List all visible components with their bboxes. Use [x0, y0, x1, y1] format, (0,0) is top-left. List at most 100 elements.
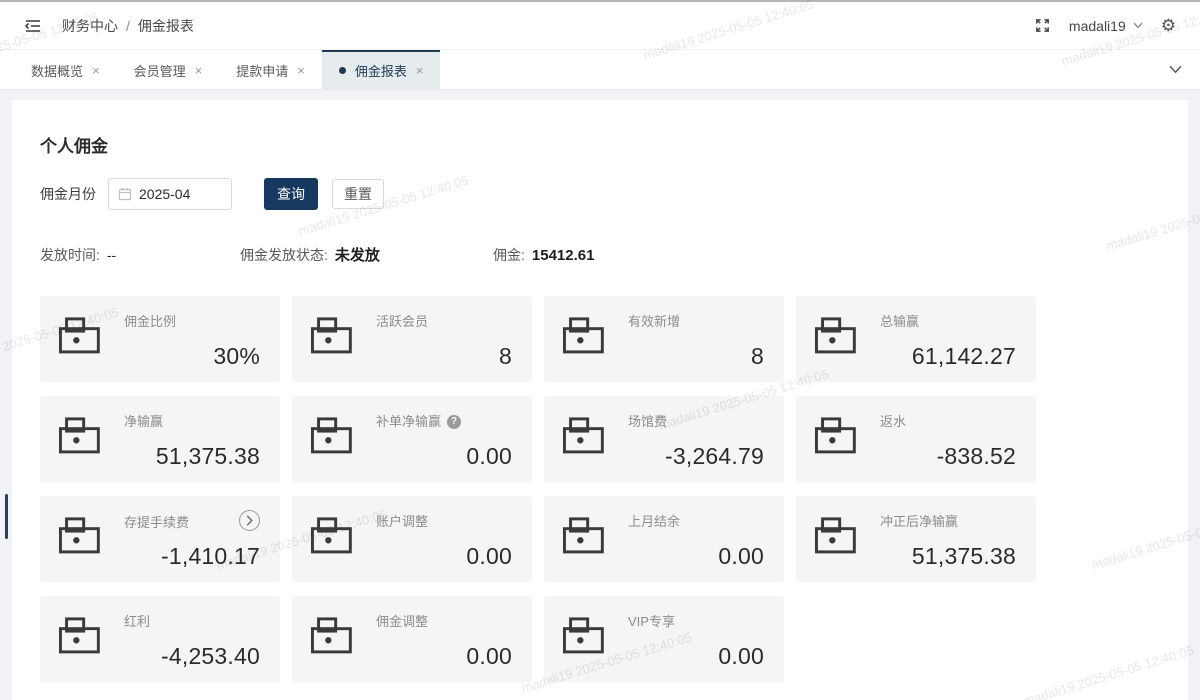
month-picker-value: 2025-04	[139, 186, 190, 202]
stat-card-label: 存提手续费	[124, 515, 189, 531]
wallet-icon	[814, 515, 858, 557]
tab-1[interactable]: 会员管理 ×	[117, 50, 220, 89]
stat-card-header: 冲正后净输赢	[880, 514, 1016, 530]
stat-card-body: 活跃会员8	[376, 314, 512, 370]
stat-card-header: 净输赢	[124, 414, 260, 430]
issue-time: 发放时间: --	[40, 245, 240, 265]
stat-card-body: 净输赢 51,375.38	[124, 414, 260, 470]
stat-card-header: 佣金比例	[124, 314, 260, 330]
stat-card-1: 活跃会员8	[292, 296, 532, 382]
tab-close-icon[interactable]: ×	[297, 64, 305, 77]
help-icon[interactable]: ?	[447, 415, 461, 429]
breadcrumb: 财务中心 / 佣金报表	[62, 16, 194, 36]
stat-card-label: 总输赢	[880, 314, 919, 330]
stat-card-body: VIP专享0.00	[628, 614, 764, 670]
topbar: 财务中心 / 佣金报表 madali19 ⚙	[0, 2, 1200, 50]
stat-card-body: 补单净输赢?0.00	[376, 414, 512, 470]
stat-card-body: 返水 -838.52	[880, 414, 1016, 470]
stat-card-5: 补单净输赢?0.00	[292, 396, 532, 482]
stat-card-header: 场馆费	[628, 414, 764, 430]
reset-button[interactable]: 重置	[332, 179, 384, 209]
stat-card-header: 补单净输赢?	[376, 414, 512, 430]
stat-card-value: -838.52	[880, 443, 1016, 470]
tab-2[interactable]: 提款申请 ×	[219, 50, 322, 89]
stat-card-label: VIP专享	[628, 614, 675, 630]
stat-card-header: 存提手续费	[124, 514, 260, 531]
issue-status-value: 未发放	[335, 244, 380, 265]
stat-card-label: 上月结余	[628, 514, 680, 530]
tab-label: 佣金报表	[355, 61, 407, 80]
month-picker-input[interactable]: 2025-04	[108, 178, 232, 210]
stat-card-14: VIP专享0.00	[544, 596, 784, 682]
tab-close-icon[interactable]: ×	[416, 64, 424, 77]
fullscreen-icon[interactable]	[1034, 17, 1051, 34]
app-screen: 财务中心 / 佣金报表 madali19 ⚙ 数据概览×会员管理×提款申请×佣金…	[0, 0, 1200, 700]
stat-card-value: 0.00	[376, 643, 512, 670]
wallet-icon	[562, 315, 606, 357]
stat-card-body: 上月结余0.00	[628, 514, 764, 570]
tab-label: 提款申请	[236, 61, 288, 80]
query-form: 佣金月份 2025-04 查询 重置	[40, 178, 384, 210]
active-tab-dot	[339, 67, 346, 74]
stat-card-value: 8	[628, 343, 764, 370]
breadcrumb-parent[interactable]: 财务中心	[62, 16, 118, 36]
tab-3[interactable]: 佣金报表 ×	[322, 50, 441, 89]
wallet-icon	[562, 515, 606, 557]
stat-card-value: -1,410.17	[124, 543, 260, 570]
stat-card-header: VIP专享	[628, 614, 764, 630]
stat-card-body: 账户调整0.00	[376, 514, 512, 570]
stat-card-12: 红利 -4,253.40	[40, 596, 280, 682]
tab-close-icon[interactable]: ×	[92, 64, 100, 77]
stat-card-body: 佣金比例30%	[124, 314, 260, 370]
wallet-icon	[310, 515, 354, 557]
chevron-down-icon	[1133, 22, 1143, 29]
commission-label: 佣金:	[493, 245, 525, 265]
stat-cards-grid: 佣金比例30%活跃会员8有效新增8总输赢61,142.27净输赢51,375.3…	[40, 296, 1036, 682]
stat-card-11: 冲正后净输赢 51,375.38	[796, 496, 1036, 582]
tabbar-chevron-down-icon[interactable]	[1169, 65, 1182, 74]
status-row: 发放时间: -- 佣金发放状态: 未发放 佣金: 15412.61	[40, 244, 1148, 265]
stat-card-10: 上月结余0.00	[544, 496, 784, 582]
stat-card-body: 有效新增 8	[628, 314, 764, 370]
stat-card-4: 净输赢 51,375.38	[40, 396, 280, 482]
stat-card-body: 冲正后净输赢 51,375.38	[880, 514, 1016, 570]
stat-card-value: 51,375.38	[880, 543, 1016, 570]
stat-card-body: 场馆费-3,264.79	[628, 414, 764, 470]
wallet-icon	[58, 515, 102, 557]
main-panel: 个人佣金 佣金月份 2025-04 查询 重置 发放时间: -- 佣金发放状态:	[12, 100, 1188, 700]
tab-close-icon[interactable]: ×	[195, 64, 203, 77]
topbar-right: madali19 ⚙	[1034, 17, 1176, 34]
search-button[interactable]: 查询	[264, 178, 318, 210]
breadcrumb-current: 佣金报表	[138, 16, 194, 36]
username: madali19	[1069, 18, 1126, 34]
stat-card-header: 返水	[880, 414, 1016, 430]
issue-time-value: --	[107, 247, 116, 263]
stat-card-value: 51,375.38	[124, 443, 260, 470]
stat-card-2: 有效新增 8	[544, 296, 784, 382]
tab-label: 数据概览	[31, 61, 83, 80]
stat-card-value: -4,253.40	[124, 643, 260, 670]
wallet-icon	[310, 615, 354, 657]
wallet-icon	[814, 415, 858, 457]
issue-status-label: 佣金发放状态:	[240, 245, 328, 265]
wallet-icon	[58, 415, 102, 457]
expand-detail-icon[interactable]	[239, 510, 260, 531]
stat-card-header: 红利	[124, 614, 260, 630]
issue-time-label: 发放时间:	[40, 245, 100, 265]
gear-icon[interactable]: ⚙	[1161, 17, 1176, 34]
stat-card-value: 0.00	[376, 543, 512, 570]
menu-fold-icon[interactable]	[24, 17, 42, 35]
stat-card-label: 佣金调整	[376, 614, 428, 630]
tab-0[interactable]: 数据概览 ×	[14, 50, 117, 89]
stat-card-header: 活跃会员	[376, 314, 512, 330]
stat-card-header: 有效新增	[628, 314, 764, 330]
tab-label: 会员管理	[134, 61, 186, 80]
stat-card-body: 存提手续费 -1,410.17	[124, 514, 260, 570]
left-scroll-handle[interactable]	[5, 494, 8, 539]
user-menu[interactable]: madali19	[1069, 18, 1143, 34]
stat-card-body: 红利 -4,253.40	[124, 614, 260, 670]
stat-card-body: 佣金调整 0.00	[376, 614, 512, 670]
stat-card-label: 佣金比例	[124, 314, 176, 330]
stat-card-label: 红利	[124, 614, 150, 630]
stat-card-8: 存提手续费 -1,410.17	[40, 496, 280, 582]
